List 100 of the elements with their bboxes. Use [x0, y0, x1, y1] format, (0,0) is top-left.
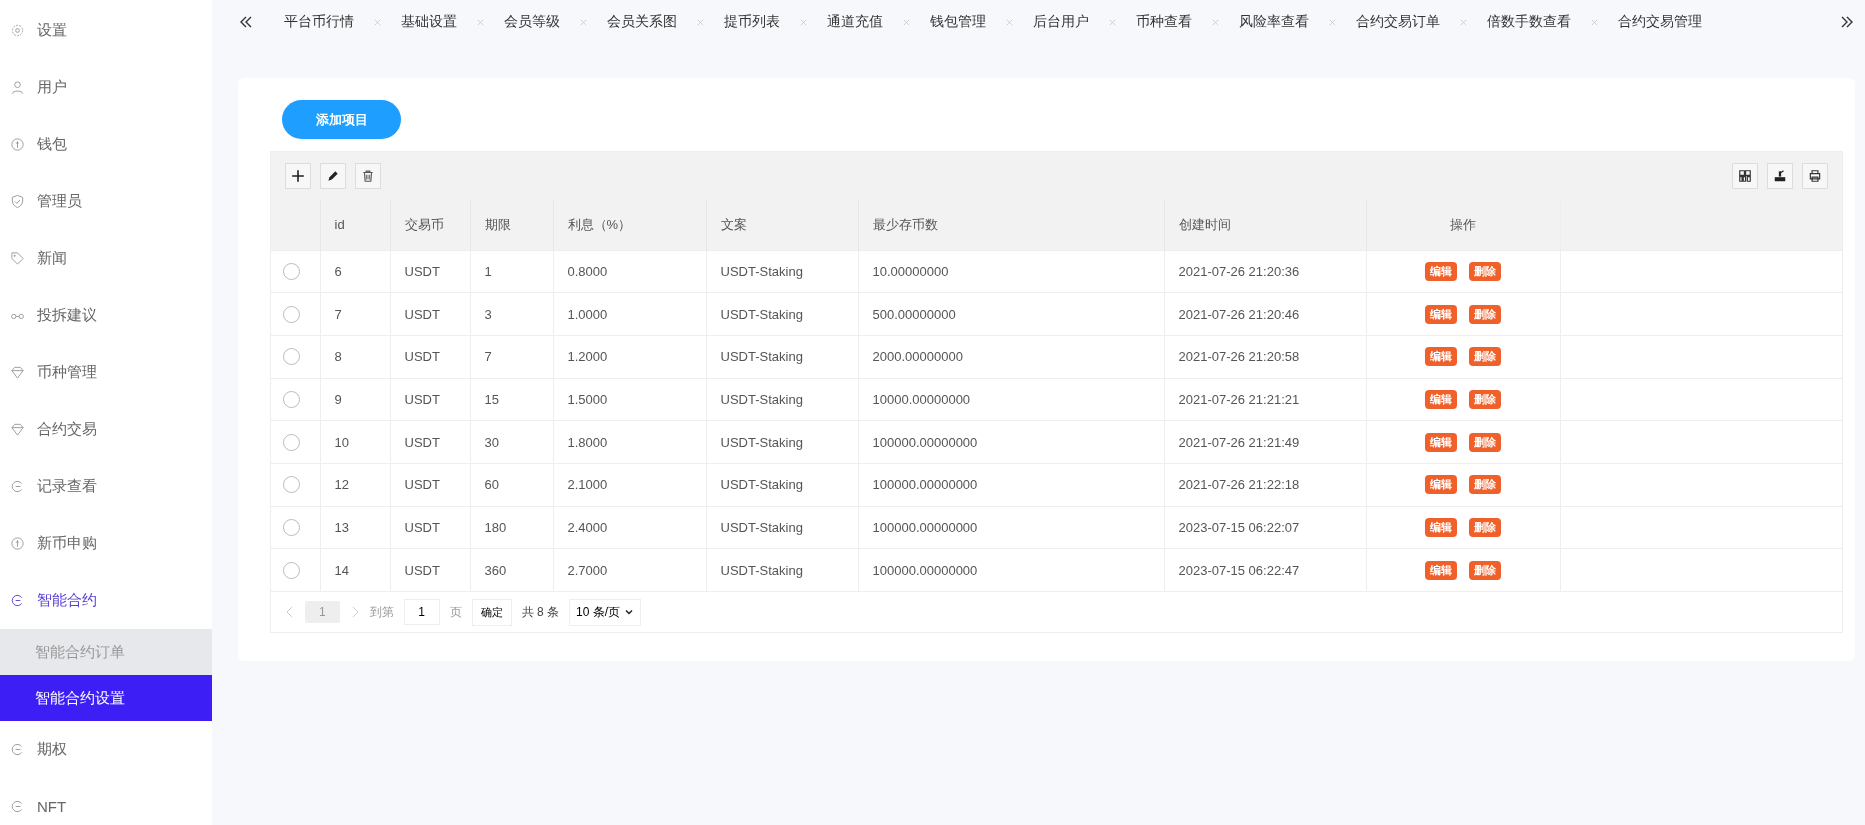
delete-button[interactable]: 删除 [1468, 304, 1501, 324]
double-chevron-right-icon[interactable] [1839, 14, 1855, 30]
tab[interactable]: 提币列表 [724, 13, 780, 31]
sidebar-item[interactable]: 钱包 [0, 116, 212, 173]
edit-button[interactable]: 编辑 [1424, 347, 1457, 367]
tab[interactable]: 合约交易订单 [1356, 13, 1440, 31]
coin-icon [10, 137, 25, 152]
table-cell: 1.8000 [567, 434, 608, 450]
tab[interactable]: 后台用户 [1033, 13, 1089, 31]
close-icon[interactable] [579, 17, 588, 27]
tab[interactable]: 基础设置 [401, 13, 457, 31]
pencil-icon[interactable] [320, 163, 346, 189]
table-cell: 2000.00000000 [872, 349, 963, 365]
sidebar-item[interactable]: 记录查看 [0, 458, 212, 515]
sidebar-label: 记录查看 [37, 477, 97, 496]
table-cell: 10.00000000 [872, 263, 949, 279]
edit-button[interactable]: 编辑 [1424, 261, 1457, 281]
diamond-icon [10, 422, 25, 437]
chevron-left-icon[interactable] [285, 605, 295, 619]
tab[interactable]: 币种查看 [1136, 13, 1192, 31]
double-chevron-left-icon[interactable] [238, 14, 254, 30]
table-cell: 2023-07-15 06:22:47 [1178, 562, 1300, 578]
edit-button[interactable]: 编辑 [1424, 304, 1457, 324]
table-cell: USDT-Staking [720, 434, 803, 450]
edit-button[interactable]: 编辑 [1424, 432, 1457, 452]
sidebar-label: 期权 [37, 740, 67, 759]
total-count: 共 8 条 [521, 603, 560, 621]
tab[interactable]: 会员等级 [504, 13, 560, 31]
table-cell: 15 [484, 391, 499, 407]
sidebar-item[interactable]: 用户 [0, 59, 212, 116]
table-cell: USDT-Staking [720, 519, 803, 535]
sidebar-item[interactable]: 设置 [0, 2, 212, 59]
goto-label: 到第 [369, 603, 394, 621]
delete-button[interactable]: 删除 [1468, 389, 1501, 409]
close-icon[interactable] [696, 17, 705, 27]
tab[interactable]: 钱包管理 [930, 13, 986, 31]
delete-button[interactable]: 删除 [1468, 432, 1501, 452]
delete-button[interactable]: 删除 [1468, 475, 1501, 495]
table-cell: USDT-Staking [720, 562, 803, 578]
circle-icon [10, 799, 25, 814]
delete-button[interactable]: 删除 [1468, 261, 1501, 281]
diamond-icon [10, 365, 25, 380]
sidebar-item[interactable]: 管理员 [0, 173, 212, 230]
sidebar-item[interactable]: 期权 [0, 721, 212, 778]
tab[interactable]: 会员关系图 [607, 13, 677, 31]
tab[interactable]: 倍数手数查看 [1487, 13, 1571, 31]
circle-icon [10, 742, 25, 757]
close-icon[interactable] [1459, 17, 1468, 27]
table-cell: 2.4000 [567, 519, 608, 535]
tab[interactable]: 合约交易管理 [1618, 13, 1702, 31]
table-cell: 12 [334, 477, 349, 493]
column-header: 交易币 [404, 216, 444, 232]
tab[interactable]: 风险率查看 [1239, 13, 1309, 31]
edit-button[interactable]: 编辑 [1424, 389, 1457, 409]
delete-button[interactable]: 删除 [1468, 347, 1501, 367]
sidebar-item[interactable]: 新闻 [0, 230, 212, 287]
close-icon[interactable] [1108, 17, 1117, 27]
tab[interactable]: 通道充值 [827, 13, 883, 31]
page-input[interactable]: 1 [403, 599, 440, 625]
sidebar-item[interactable]: 币种管理 [0, 344, 212, 401]
export-icon[interactable] [1767, 163, 1793, 189]
tab[interactable]: 平台币行情 [284, 13, 354, 31]
table-cell: 7 [484, 349, 492, 365]
close-icon[interactable] [799, 17, 808, 27]
sidebar-item[interactable]: 投拆建议 [0, 287, 212, 344]
edit-button[interactable]: 编辑 [1424, 517, 1457, 537]
close-icon[interactable] [476, 17, 485, 27]
sidebar-item[interactable]: 合约交易 [0, 401, 212, 458]
delete-button[interactable]: 删除 [1468, 560, 1501, 580]
close-icon[interactable] [1590, 17, 1599, 27]
table-cell: 30 [484, 434, 499, 450]
trash-icon[interactable] [355, 163, 381, 189]
page-size-select[interactable]: 10 条/页 [569, 598, 642, 626]
close-icon[interactable] [902, 17, 911, 27]
table-cell: 60 [484, 477, 499, 493]
table-cell: 500.00000000 [872, 306, 956, 322]
columns-icon[interactable] [1732, 163, 1758, 189]
sidebar-item[interactable]: 智能合约 [0, 572, 212, 629]
delete-button[interactable]: 删除 [1468, 517, 1501, 537]
close-icon[interactable] [1005, 17, 1014, 27]
edit-button[interactable]: 编辑 [1424, 475, 1457, 495]
sidebar-item[interactable]: 新币申购 [0, 515, 212, 572]
close-icon[interactable] [1328, 17, 1337, 27]
sidebar-subitem[interactable]: 智能合约设置 [0, 675, 212, 721]
table-cell: 2023-07-15 06:22:07 [1178, 519, 1300, 535]
sidebar-label: 新币申购 [37, 534, 97, 553]
edit-button[interactable]: 编辑 [1424, 560, 1457, 580]
add-icon[interactable] [285, 163, 311, 189]
close-icon[interactable] [373, 17, 382, 27]
table-cell: 2021-07-26 21:21:21 [1178, 391, 1300, 407]
table-cell: 10 [334, 434, 349, 450]
close-icon[interactable] [1211, 17, 1220, 27]
table-cell: 2021-07-26 21:20:36 [1178, 263, 1300, 279]
sidebar-label: NFT [37, 798, 67, 815]
confirm-button[interactable]: 确定 [471, 598, 512, 626]
table-cell: USDT [404, 306, 440, 322]
sidebar-item[interactable]: NFT [0, 778, 212, 825]
print-icon[interactable] [1802, 163, 1828, 189]
table-cell: USDT [404, 391, 440, 407]
page-unit: 页 [449, 603, 462, 621]
